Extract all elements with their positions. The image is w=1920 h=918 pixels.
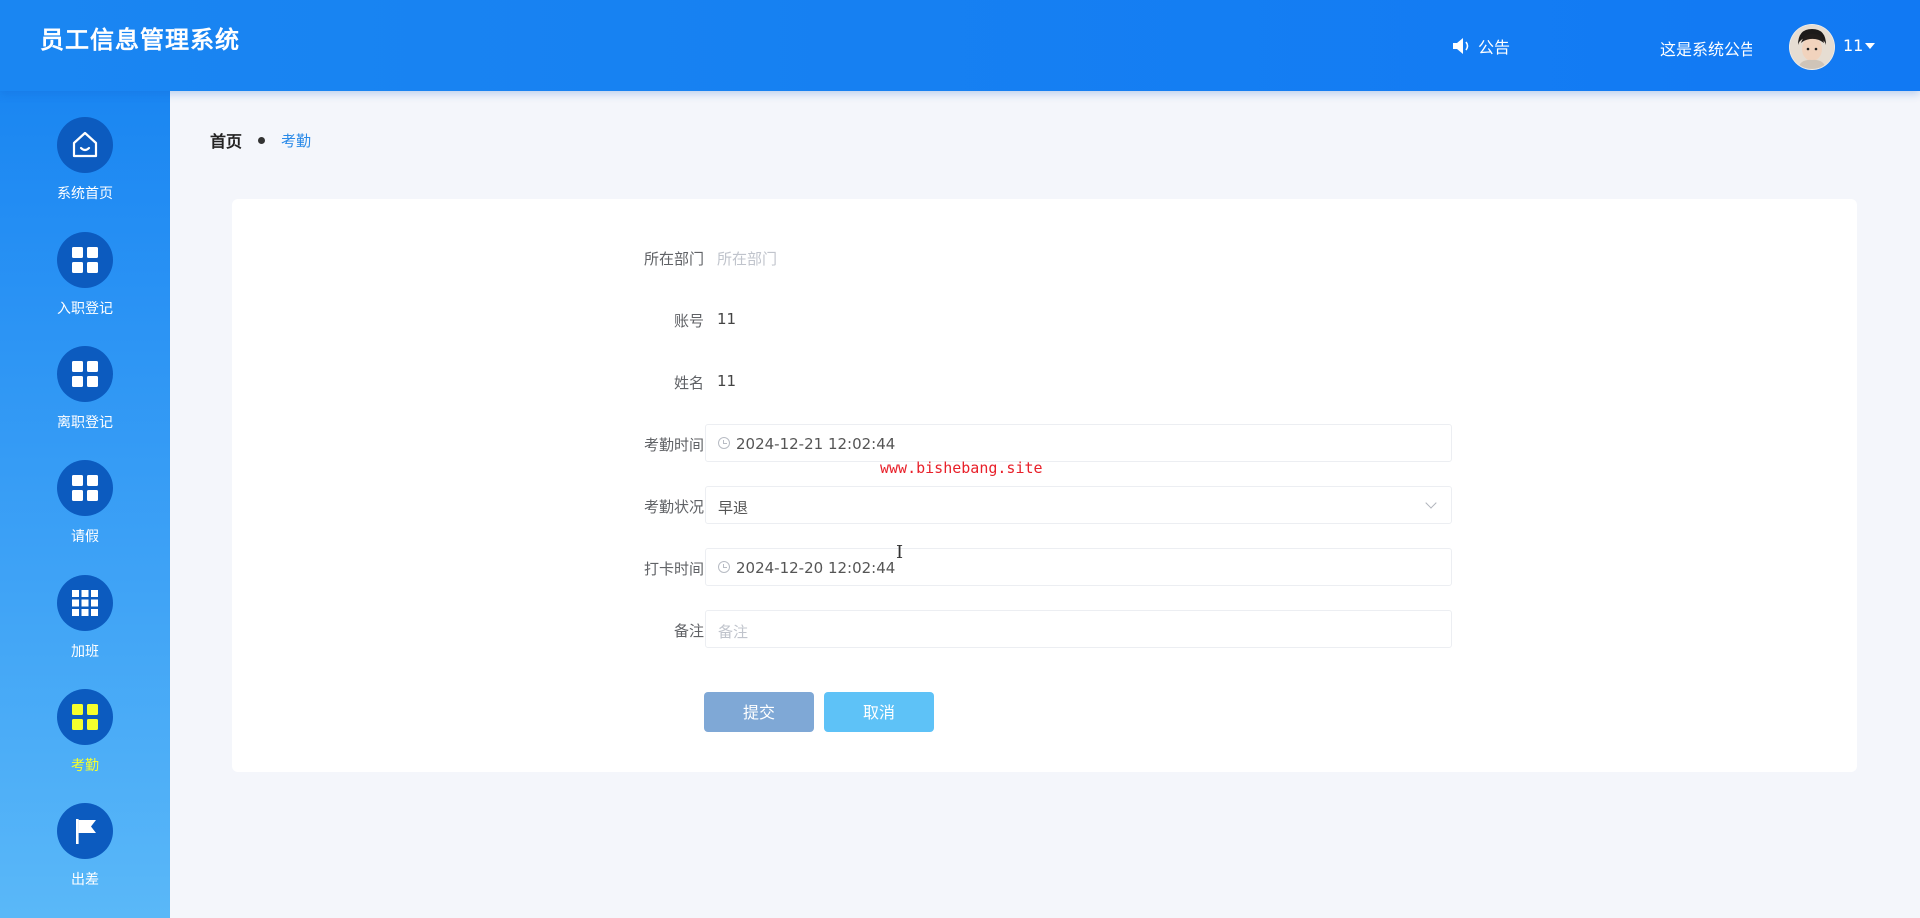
account-row: 账号 11 bbox=[232, 300, 1857, 340]
app-title: 员工信息管理系统 bbox=[40, 26, 240, 54]
grid-icon bbox=[72, 475, 98, 501]
sidebar-item-label: 考勤 bbox=[71, 758, 99, 774]
sidebar-item-resignation[interactable]: 离职登记 bbox=[0, 346, 170, 456]
avatar-image bbox=[1790, 25, 1834, 69]
text-cursor-icon: I bbox=[896, 542, 904, 563]
remark-input[interactable]: 备注 bbox=[705, 610, 1452, 648]
nav-circle bbox=[57, 232, 113, 288]
nav-circle bbox=[57, 689, 113, 745]
attendance-status-row: 考勤状况 早退 bbox=[232, 486, 1857, 526]
clock-time-value: 2024-12-20 12:02:44 bbox=[736, 559, 896, 577]
submit-button[interactable]: 提交 bbox=[704, 692, 814, 732]
sidebar-item-home[interactable]: 系统首页 bbox=[0, 117, 170, 227]
account-value: 11 bbox=[717, 310, 737, 328]
department-row: 所在部门 所在部门 bbox=[232, 238, 1857, 278]
sidebar-item-business-trip[interactable]: 出差 bbox=[0, 803, 170, 913]
sidebar-item-label: 离职登记 bbox=[57, 415, 113, 431]
caret-down-icon[interactable] bbox=[1865, 43, 1875, 49]
name-row: 姓名 11 bbox=[232, 362, 1857, 402]
name-label: 姓名 bbox=[673, 374, 704, 392]
top-header: 员工信息管理系统 公告 这是系统公告 11 bbox=[0, 0, 1920, 91]
clock-time-picker[interactable]: 2024-12-20 12:02:44 bbox=[705, 548, 1452, 586]
sidebar-item-label: 入职登记 bbox=[57, 301, 113, 317]
breadcrumb-current: 考勤 bbox=[281, 131, 312, 150]
watermark: www.bishebang.site bbox=[880, 459, 1043, 477]
nav-circle bbox=[57, 575, 113, 631]
remark-row: 备注 备注 bbox=[232, 610, 1857, 650]
sidebar-item-label: 请假 bbox=[71, 529, 99, 545]
attendance-status-value: 早退 bbox=[718, 499, 749, 517]
grid-icon bbox=[72, 361, 98, 387]
home-icon bbox=[72, 131, 98, 158]
attendance-time-picker[interactable]: 2024-12-21 12:02:44 bbox=[705, 424, 1452, 462]
nav-circle bbox=[57, 346, 113, 402]
department-field[interactable]: 所在部门 bbox=[717, 248, 777, 269]
attendance-form-card: 所在部门 所在部门 账号 11 姓名 11 考勤时间 2024-12-21 12… bbox=[232, 199, 1857, 772]
attendance-status-label: 考勤状况 bbox=[643, 498, 704, 516]
sidebar-item-label: 出差 bbox=[71, 872, 99, 888]
speaker-icon bbox=[1453, 38, 1469, 54]
clock-icon bbox=[718, 561, 730, 573]
grid-nine-icon bbox=[72, 590, 98, 616]
clock-time-row: 打卡时间 2024-12-20 12:02:44 bbox=[232, 548, 1857, 588]
sidebar-item-label: 加班 bbox=[71, 644, 99, 660]
sidebar-item-attendance[interactable]: 考勤 bbox=[0, 689, 170, 799]
remark-label: 备注 bbox=[673, 622, 704, 640]
breadcrumb: 首页 考勤 bbox=[210, 128, 311, 152]
flag-icon bbox=[76, 819, 96, 844]
sidebar: 系统首页 入职登记 离职登记 请假 加班 考勤 出差 bbox=[0, 91, 170, 918]
nav-circle bbox=[57, 803, 113, 859]
cancel-button[interactable]: 取消 bbox=[824, 692, 934, 732]
sidebar-item-label: 系统首页 bbox=[57, 186, 113, 202]
department-label: 所在部门 bbox=[643, 250, 704, 268]
attendance-status-select[interactable]: 早退 bbox=[705, 486, 1452, 524]
attendance-time-value: 2024-12-21 12:02:44 bbox=[736, 435, 896, 453]
clock-icon bbox=[718, 437, 730, 449]
account-label: 账号 bbox=[673, 312, 704, 330]
breadcrumb-separator bbox=[258, 136, 266, 144]
attendance-time-label: 考勤时间 bbox=[643, 436, 704, 454]
sidebar-item-leave[interactable]: 请假 bbox=[0, 460, 170, 570]
sidebar-item-overtime[interactable]: 加班 bbox=[0, 575, 170, 685]
clock-time-label: 打卡时间 bbox=[643, 560, 704, 578]
breadcrumb-home[interactable]: 首页 bbox=[210, 128, 242, 152]
notice-label: 公告 bbox=[1478, 38, 1511, 57]
chevron-down-icon bbox=[1425, 497, 1437, 509]
notice-link[interactable]: 公告 bbox=[1452, 34, 1510, 58]
remark-placeholder: 备注 bbox=[718, 623, 749, 641]
avatar[interactable] bbox=[1789, 24, 1835, 70]
nav-circle bbox=[57, 117, 113, 173]
attendance-time-row: 考勤时间 2024-12-21 12:02:44 bbox=[232, 424, 1857, 464]
name-value: 11 bbox=[717, 372, 737, 390]
sidebar-item-onboarding[interactable]: 入职登记 bbox=[0, 232, 170, 342]
nav-circle bbox=[57, 460, 113, 516]
user-name[interactable]: 11 bbox=[1843, 36, 1863, 55]
grid-icon bbox=[72, 247, 98, 273]
grid-icon bbox=[72, 704, 98, 730]
notice-marquee: 这是系统公告 bbox=[1660, 40, 1752, 59]
